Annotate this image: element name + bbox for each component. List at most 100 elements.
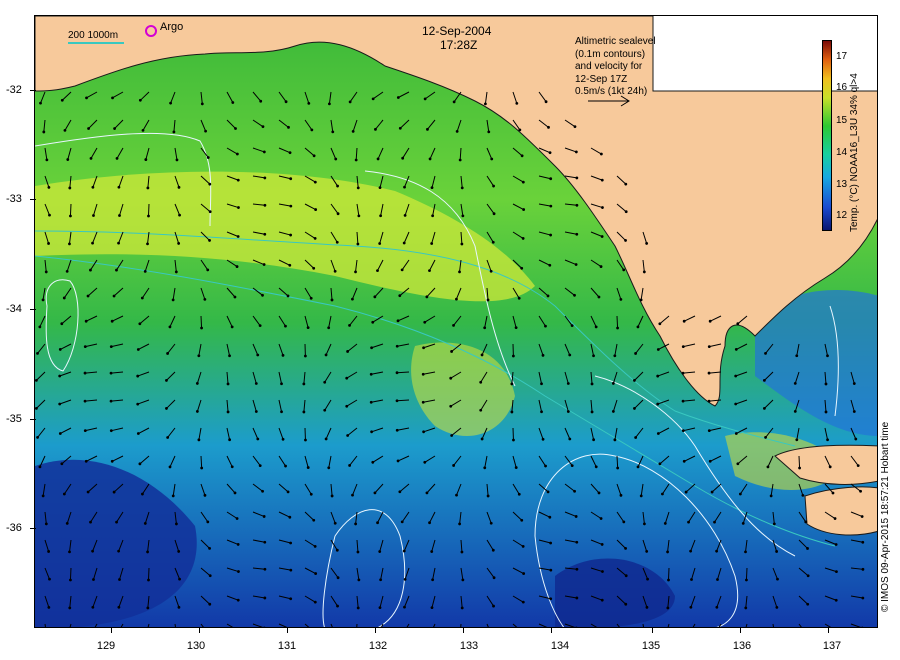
velocity-arrow-head <box>284 324 287 328</box>
velocity-arrow-head <box>426 127 429 131</box>
velocity-arrow-head <box>110 319 114 323</box>
velocity-arrow-head <box>89 520 92 524</box>
velocity-arrow-head <box>42 130 46 134</box>
velocity-arrow-head <box>573 293 576 297</box>
velocity-arrow-head <box>109 371 113 375</box>
velocity-arrow-head <box>658 322 662 326</box>
velocity-arrow-head <box>36 436 39 439</box>
velocity-arrow-head <box>314 572 318 575</box>
velocity-arrow <box>147 203 150 217</box>
velocity-arrow-head <box>197 354 201 358</box>
velocity-arrow-head <box>47 242 50 245</box>
velocity-arrow-head <box>573 489 576 493</box>
x-axis-label: 132 <box>368 640 388 652</box>
velocity-arrow-head <box>395 428 399 432</box>
velocity-arrow-head <box>87 127 90 130</box>
velocity-arrow-head <box>312 518 316 522</box>
velocity-arrow-head <box>601 570 604 573</box>
velocity-arrow-head <box>395 371 399 375</box>
velocity-arrow-head <box>510 382 514 386</box>
velocity-arrow-head <box>89 156 93 160</box>
velocity-arrow-head <box>594 465 598 469</box>
velocity-arrow-head <box>335 548 339 552</box>
velocity-arrow-head <box>351 297 354 301</box>
velocity-arrow-head <box>402 241 406 245</box>
velocity-arrow-head <box>592 354 595 358</box>
velocity-arrow-head <box>398 126 402 130</box>
velocity-arrow-head <box>378 550 382 553</box>
velocity-arrow-head <box>544 324 547 328</box>
velocity-arrow-head <box>795 354 799 358</box>
velocity-arrow-head <box>143 522 147 525</box>
velocity-arrow-head <box>710 490 714 494</box>
velocity-arrow-head <box>306 466 310 469</box>
velocity-arrow-head <box>741 521 745 525</box>
velocity-arrow-head <box>854 437 858 441</box>
velocity-arrow-head <box>431 578 435 582</box>
velocity-arrow-head <box>511 354 515 358</box>
velocity-arrow-head <box>452 324 455 327</box>
velocity-arrow-head <box>236 235 240 238</box>
velocity-arrow-head <box>175 158 179 162</box>
velocity-arrow-head <box>455 129 459 133</box>
velocity-arrow-head <box>667 578 670 582</box>
velocity-arrow-head <box>356 550 360 554</box>
velocity-arrow-head <box>312 154 316 158</box>
velocity-arrow-head <box>600 598 604 602</box>
velocity-arrow-head <box>86 294 90 298</box>
velocity-arrow-head <box>681 371 685 375</box>
velocity-arrow-head <box>281 437 285 441</box>
velocity-arrow-head <box>60 322 64 326</box>
velocity-arrow-head <box>460 550 464 554</box>
velocity-arrow-head <box>314 208 318 211</box>
velocity-arrow-head <box>775 605 779 609</box>
velocity-arrow-head <box>656 402 660 406</box>
velocity-arrow-head <box>592 438 596 442</box>
velocity-arrow-head <box>624 574 628 578</box>
velocity-arrow-head <box>540 382 543 386</box>
velocity-arrow-head <box>549 204 553 208</box>
velocity-arrow-head <box>236 543 240 546</box>
velocity-arrow-head <box>369 400 373 404</box>
x-tick <box>375 627 376 633</box>
velocity-arrow-head <box>117 549 121 553</box>
velocity-arrow-head <box>237 206 240 209</box>
velocity-arrow-head <box>336 184 339 188</box>
velocity-arrow-head <box>233 491 237 495</box>
velocity-arrow-head <box>226 410 230 414</box>
velocity-arrow-head <box>147 578 150 582</box>
velocity-arrow-head <box>168 325 172 329</box>
velocity-arrow-head <box>92 214 95 217</box>
velocity-arrow-head <box>286 490 290 494</box>
velocity-arrow-head <box>616 466 620 470</box>
velocity-arrow-head <box>663 522 667 525</box>
velocity-arrow-head <box>288 515 292 519</box>
velocity-arrow-head <box>91 241 94 245</box>
velocity-arrow-head <box>738 492 742 496</box>
velocity-arrow-head <box>422 346 425 350</box>
velocity-arrow-head <box>313 237 317 240</box>
velocity-arrow-head <box>859 489 862 493</box>
velocity-arrow-head <box>611 410 615 413</box>
velocity-arrow-head <box>289 233 293 237</box>
velocity-arrow-head <box>645 550 649 553</box>
velocity-arrow-head <box>371 97 375 101</box>
velocity-arrow-head <box>289 204 293 208</box>
velocity-arrow-head <box>619 493 623 497</box>
velocity-arrow-head <box>263 232 267 236</box>
velocity-arrow-head <box>313 544 317 548</box>
velocity-arrow-head <box>373 491 377 495</box>
velocity-arrow-head <box>804 520 808 524</box>
velocity-arrow-head <box>175 522 178 526</box>
velocity-arrow-head <box>734 432 738 435</box>
velocity-arrow-head <box>58 402 62 406</box>
velocity-arrow-head <box>138 322 142 326</box>
velocity-arrow-head <box>425 491 429 495</box>
velocity-arrow-head <box>236 178 240 182</box>
velocity-arrow-head <box>656 374 660 378</box>
velocity-arrow-head <box>351 493 354 497</box>
velocity-arrow-head <box>575 232 579 236</box>
velocity-arrow-head <box>764 351 767 355</box>
velocity-arrow-head <box>795 438 799 442</box>
velocity-arrow-head <box>689 549 693 553</box>
